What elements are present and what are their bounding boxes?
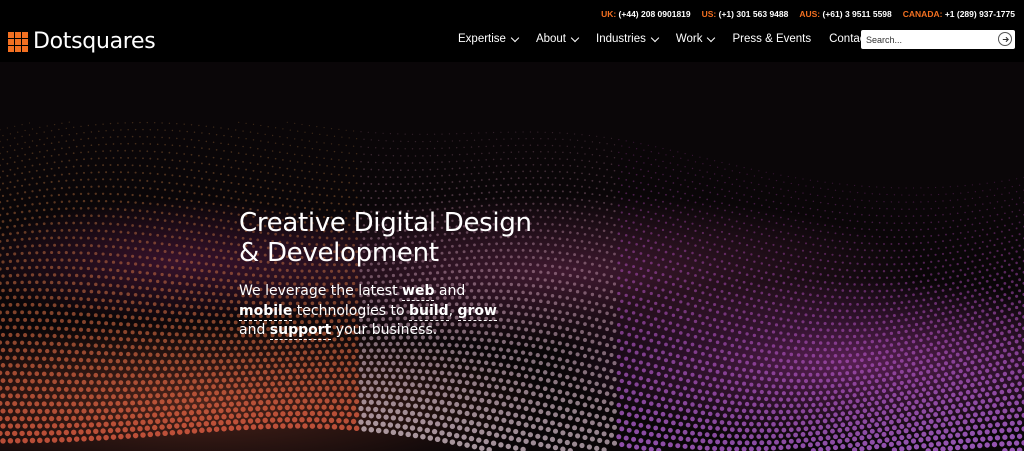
phone-numbers-bar: UK: (+44) 208 0901819 US: (+1) 301 563 9… — [601, 9, 1015, 19]
phone-canada[interactable]: CANADA: +1 (289) 937-1775 — [903, 9, 1015, 19]
search-input[interactable] — [861, 31, 991, 48]
main-nav: Expertise About Industries Work Press & … — [458, 33, 869, 45]
nav-item-expertise[interactable]: Expertise — [458, 33, 520, 45]
highlight-grow: grow — [457, 302, 497, 321]
phone-aus[interactable]: AUS: (+61) 3 9511 5598 — [799, 9, 891, 19]
chevron-down-icon — [650, 33, 660, 42]
hero-section: Creative Digital Design & Development We… — [0, 62, 1024, 451]
phone-uk[interactable]: UK: (+44) 208 0901819 — [601, 9, 691, 19]
highlight-web: web — [402, 283, 435, 301]
logo-squares-icon — [8, 31, 28, 52]
hero-title: Creative Digital Design & Development — [239, 208, 532, 268]
logo-text: Dotsquares — [33, 29, 156, 54]
nav-item-press-events[interactable]: Press & Events — [732, 33, 811, 45]
phone-us[interactable]: US: (+1) 301 563 9488 — [702, 9, 789, 19]
hero-subtitle: We leverage the latest web and mobile te… — [239, 283, 497, 340]
arrow-right-icon — [1002, 36, 1009, 42]
highlight-support: support — [269, 322, 332, 340]
chevron-down-icon — [707, 33, 716, 42]
search-icon[interactable] — [998, 32, 1012, 46]
site-header: UK: (+44) 208 0901819 US: (+1) 301 563 9… — [0, 0, 1024, 62]
search-box — [861, 30, 1015, 49]
nav-item-about[interactable]: About — [536, 33, 580, 45]
highlight-mobile: mobile — [239, 302, 293, 321]
hero-text: Creative Digital Design & Development We… — [239, 208, 559, 341]
nav-item-industries[interactable]: Industries — [596, 33, 660, 45]
chevron-down-icon — [510, 33, 520, 42]
chevron-down-icon — [570, 33, 580, 42]
nav-item-work[interactable]: Work — [676, 33, 716, 45]
highlight-build: build — [408, 302, 449, 321]
logo[interactable]: Dotsquares — [8, 29, 156, 54]
